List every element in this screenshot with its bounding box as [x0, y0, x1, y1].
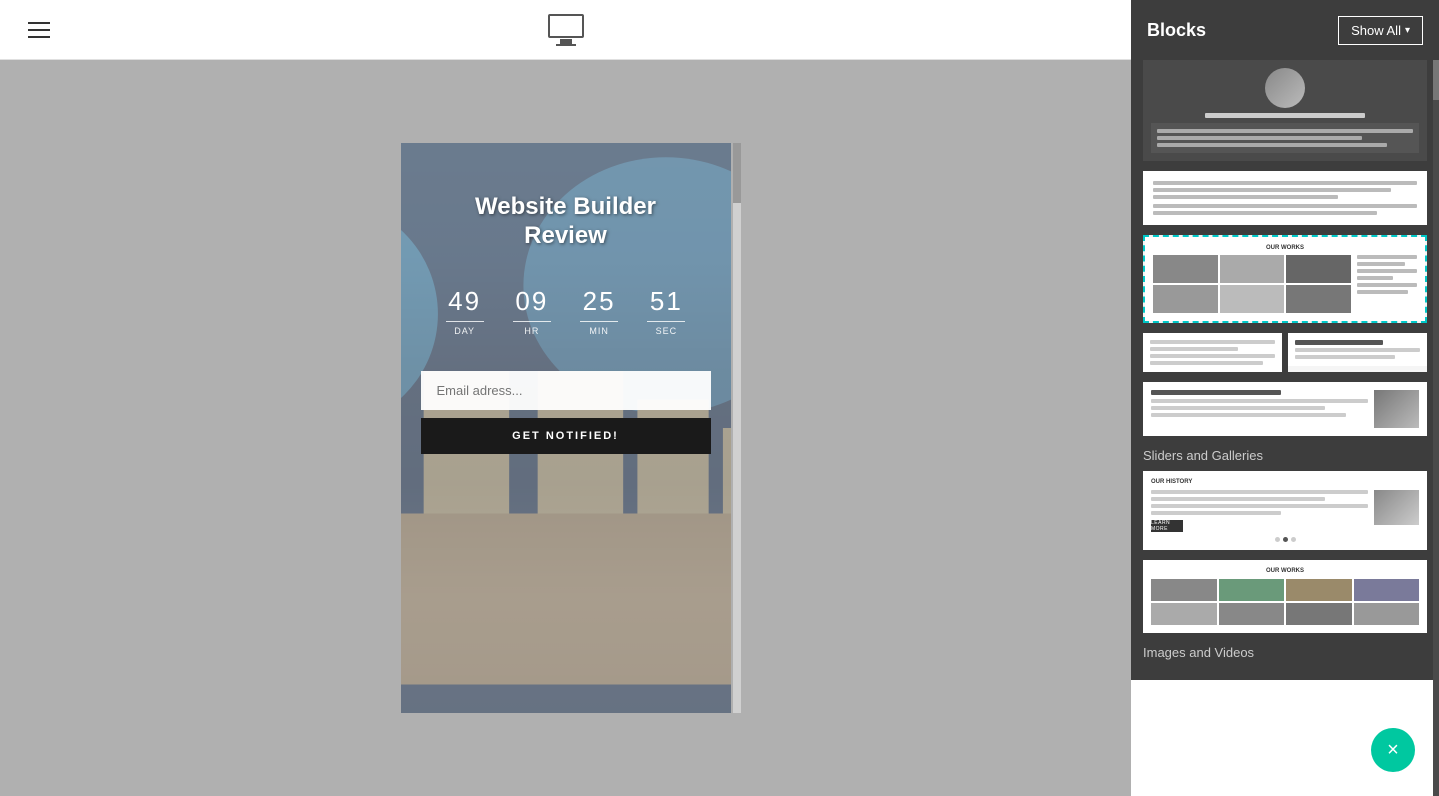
- thumb-gallery: OUR WORKS: [1143, 560, 1427, 633]
- thumb-slider-content: LEARN MORE: [1151, 490, 1419, 532]
- slider-dots: [1151, 537, 1419, 542]
- grid-item-3: [1286, 255, 1351, 283]
- preview-scrollbar[interactable]: [733, 143, 741, 713]
- gallery-item-8: [1354, 603, 1420, 625]
- hr-divider: [513, 321, 551, 322]
- slider-title: OUR HISTORY: [1151, 479, 1419, 485]
- countdown-hr: 09 HR: [513, 286, 551, 336]
- preview-wrapper: Website BuilderReview 49 DAY 09 HR: [401, 143, 731, 713]
- day-value: 49: [448, 286, 481, 317]
- dot-2: [1283, 537, 1288, 542]
- sep-2: [561, 286, 570, 336]
- monitor-screen: [548, 14, 584, 38]
- thumb-col-left: [1153, 255, 1351, 313]
- thumb-cols: [1153, 255, 1417, 313]
- thumb-col-right: [1357, 255, 1417, 313]
- min-label: MIN: [589, 326, 609, 336]
- block-thumb-gallery[interactable]: OUR WORKS: [1143, 560, 1427, 633]
- gallery-item-4: [1354, 579, 1420, 601]
- panel-header: Blocks Show All ▾: [1131, 0, 1439, 60]
- panel-content[interactable]: OUR WORKS: [1131, 60, 1439, 680]
- hr-value: 09: [515, 286, 548, 317]
- sep-3: [628, 286, 637, 336]
- right-panel: Blocks Show All ▾: [1131, 0, 1439, 680]
- thumb-slider-img: [1374, 490, 1419, 525]
- grid-item-4: [1153, 285, 1218, 313]
- thumb-slider: OUR HISTORY LEARN MORE: [1143, 471, 1427, 550]
- grid-item-6: [1286, 285, 1351, 313]
- gallery-item-2: [1219, 579, 1285, 601]
- grid-item-2: [1220, 255, 1285, 283]
- learn-more-mini: LEARN MORE: [1151, 520, 1183, 532]
- gallery-item-1: [1151, 579, 1217, 601]
- block-thumb-text[interactable]: [1143, 171, 1427, 225]
- section-label-images: Images and Videos: [1143, 645, 1427, 660]
- show-all-label: Show All: [1351, 23, 1401, 38]
- block-row-split: [1143, 333, 1427, 372]
- sec-value: 51: [650, 286, 683, 317]
- hamburger-line-2: [28, 29, 50, 31]
- day-label: DAY: [454, 326, 475, 336]
- min-value: 25: [583, 286, 616, 317]
- preview-title: Website BuilderReview: [475, 193, 656, 251]
- show-all-button[interactable]: Show All ▾: [1338, 16, 1423, 45]
- page-preview: Website BuilderReview 49 DAY 09 HR: [401, 143, 731, 713]
- block-thumb-text-sm[interactable]: [1143, 333, 1282, 372]
- gallery-item-7: [1286, 603, 1352, 625]
- panel-scrollbar[interactable]: [1433, 60, 1439, 796]
- hamburger-button[interactable]: [20, 14, 58, 46]
- panel-scrollbar-thumb: [1433, 60, 1439, 100]
- panel-title: Blocks: [1147, 20, 1206, 41]
- block-thumb-with-img[interactable]: [1143, 382, 1427, 436]
- get-notified-button[interactable]: GET NOTIFIED!: [421, 418, 711, 454]
- dot-3: [1291, 537, 1296, 542]
- block-thumb-slider[interactable]: OUR HISTORY LEARN MORE: [1143, 471, 1427, 550]
- block-thumb-dark-text[interactable]: [1288, 333, 1427, 372]
- email-section: GET NOTIFIED!: [421, 371, 711, 454]
- canvas-area: Website BuilderReview 49 DAY 09 HR: [0, 60, 1131, 796]
- hr-label: HR: [524, 326, 539, 336]
- gallery-item-3: [1286, 579, 1352, 601]
- desktop-preview-icon[interactable]: [548, 14, 584, 46]
- section-label-sliders: Sliders and Galleries: [1143, 448, 1427, 463]
- grid-item-5: [1220, 285, 1285, 313]
- thumb-text-block: [1143, 171, 1427, 225]
- block-thumb-bio[interactable]: [1143, 60, 1427, 161]
- show-all-chevron: ▾: [1405, 25, 1410, 36]
- hamburger-line-1: [28, 22, 50, 24]
- countdown-day: 49 DAY: [446, 286, 484, 336]
- grid-item-1: [1153, 255, 1218, 283]
- right-panel-wrapper: Blocks Show All ▾: [1131, 0, 1439, 796]
- min-divider: [580, 321, 618, 322]
- monitor-base: [556, 44, 576, 46]
- thumb-grid: [1153, 255, 1351, 313]
- gallery-grid: [1151, 579, 1419, 625]
- preview-hero: Website BuilderReview 49 DAY 09 HR: [401, 143, 731, 713]
- countdown-min: 25 MIN: [580, 286, 618, 336]
- hamburger-line-3: [28, 36, 50, 38]
- countdown: 49 DAY 09 HR 25: [446, 286, 686, 336]
- sec-label: SEC: [656, 326, 678, 336]
- sec-divider: [647, 321, 685, 322]
- gallery-title: OUR WORKS: [1151, 568, 1419, 574]
- email-input[interactable]: [421, 371, 711, 410]
- editor-area: Website BuilderReview 49 DAY 09 HR: [0, 0, 1131, 796]
- countdown-sec: 51 SEC: [647, 286, 685, 336]
- sep-1: [494, 286, 503, 336]
- gallery-item-5: [1151, 603, 1217, 625]
- our-works-title: OUR WORKS: [1153, 245, 1417, 251]
- block-thumb-portfolio[interactable]: OUR WORKS: [1143, 235, 1427, 323]
- day-divider: [446, 321, 484, 322]
- gallery-item-6: [1219, 603, 1285, 625]
- preview-scrollbar-thumb: [733, 143, 741, 203]
- thumb-portfolio: OUR WORKS: [1145, 237, 1425, 321]
- dot-1: [1275, 537, 1280, 542]
- top-toolbar: [0, 0, 1131, 60]
